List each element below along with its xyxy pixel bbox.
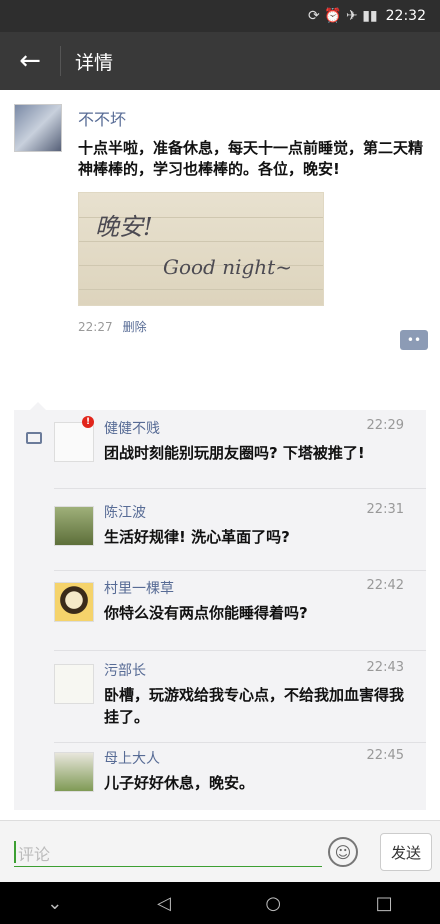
comment-item[interactable]: 污部长 22:43 卧槽，玩游戏给我专心点，不给我加血害得我挂了。 (54, 660, 426, 736)
comment-text: 团战时刻能别玩朋友圈吗? 下塔被推了! (104, 444, 365, 462)
commenter-name[interactable]: 母上大人 (104, 748, 160, 768)
delete-link[interactable]: 删除 (123, 318, 147, 335)
comment-list: ! 健健不贱 22:29 团战时刻能别玩朋友圈吗? 下塔被推了! 陈江波 22:… (14, 402, 426, 810)
recent-apps-icon[interactable]: □ (376, 893, 393, 914)
commenter-name[interactable]: 健健不贱 (104, 418, 160, 438)
comment-divider (54, 570, 426, 571)
moment-detail: 不不坏 十点半啦，准备休息，每天十一点前睡觉，第二天精神棒棒的，学习也棒棒的。各… (0, 90, 440, 820)
commenter-avatar[interactable] (54, 752, 94, 792)
comment-time: 22:31 (366, 502, 404, 517)
comment-time: 22:43 (366, 660, 404, 675)
comment-text: 你特么没有两点你能睡得着吗? (104, 604, 308, 622)
post-image[interactable]: 晚安! Good night~ (78, 192, 324, 306)
comment-item[interactable]: 母上大人 22:45 儿子好好休息，晚安。 (54, 748, 426, 810)
comment-item[interactable]: ! 健健不贱 22:29 团战时刻能别玩朋友圈吗? 下塔被推了! (54, 416, 426, 480)
commenter-avatar[interactable] (54, 422, 94, 462)
post-time: 22:27 (78, 319, 113, 334)
comment-time: 22:42 (366, 578, 404, 593)
comment-icon (26, 432, 42, 444)
comment-text: 儿子好好休息，晚安。 (104, 774, 255, 792)
commenter-avatar[interactable] (54, 582, 94, 622)
page-title: 详情 (75, 51, 114, 74)
emoji-icon[interactable]: ☺ (328, 837, 358, 867)
comment-divider (54, 488, 426, 489)
comment-text: 生活好规律! 洗心革面了吗? (104, 528, 290, 546)
comment-divider (54, 650, 426, 651)
comment-text: 卧槽，玩游戏给我专心点，不给我加血害得我挂了。 (104, 686, 405, 726)
back-triangle-icon[interactable]: ◁ (157, 893, 171, 914)
back-arrow-icon[interactable]: ← (0, 32, 60, 90)
image-handwriting-1: 晚安! (95, 213, 153, 241)
commenter-name[interactable]: 陈江波 (104, 502, 146, 522)
comment-item[interactable]: 村里一棵草 22:42 你特么没有两点你能睡得着吗? (54, 578, 426, 640)
comment-time: 22:45 (366, 748, 404, 763)
notification-badge: ! (82, 416, 94, 428)
home-circle-icon[interactable]: ○ (265, 893, 281, 914)
comment-divider (54, 742, 426, 743)
comment-time: 22:29 (366, 418, 404, 433)
post-meta: 22:27 删除 (78, 318, 426, 335)
author-name[interactable]: 不不坏 (78, 106, 426, 130)
commenter-name[interactable]: 污部长 (104, 660, 146, 680)
post-text: 十点半啦，准备休息，每天十一点前睡觉，第二天精神棒棒的，学习也棒棒的。各位，晚安… (78, 139, 424, 178)
status-time: 22:32 (385, 8, 426, 24)
post: 不不坏 十点半啦，准备休息，每天十一点前睡觉，第二天精神棒棒的，学习也棒棒的。各… (0, 90, 440, 335)
commenter-name[interactable]: 村里一棵草 (104, 578, 174, 598)
send-button[interactable]: 发送 (380, 833, 432, 871)
header-divider (60, 46, 61, 76)
status-bar: ⟳ ⏰ ✈ ▮▮ 22:32 (0, 0, 440, 32)
comment-item[interactable]: 陈江波 22:31 生活好规律! 洗心革面了吗? (54, 502, 426, 564)
app-bar: ← 详情 (0, 32, 440, 90)
comment-input-bar: 评论 ☺ 发送 (0, 820, 440, 882)
system-nav-bar: ⌄ ◁ ○ □ (0, 882, 440, 924)
comment-bubble-icon[interactable]: •• (400, 330, 428, 350)
comment-input[interactable]: 评论 (14, 837, 322, 867)
commenter-avatar[interactable] (54, 506, 94, 546)
commenter-avatar[interactable] (54, 664, 94, 704)
status-icons: ⟳ ⏰ ✈ ▮▮ (307, 8, 378, 24)
image-handwriting-2: Good night~ (163, 255, 292, 279)
author-avatar[interactable] (14, 104, 62, 152)
chevron-down-icon[interactable]: ⌄ (47, 893, 62, 914)
